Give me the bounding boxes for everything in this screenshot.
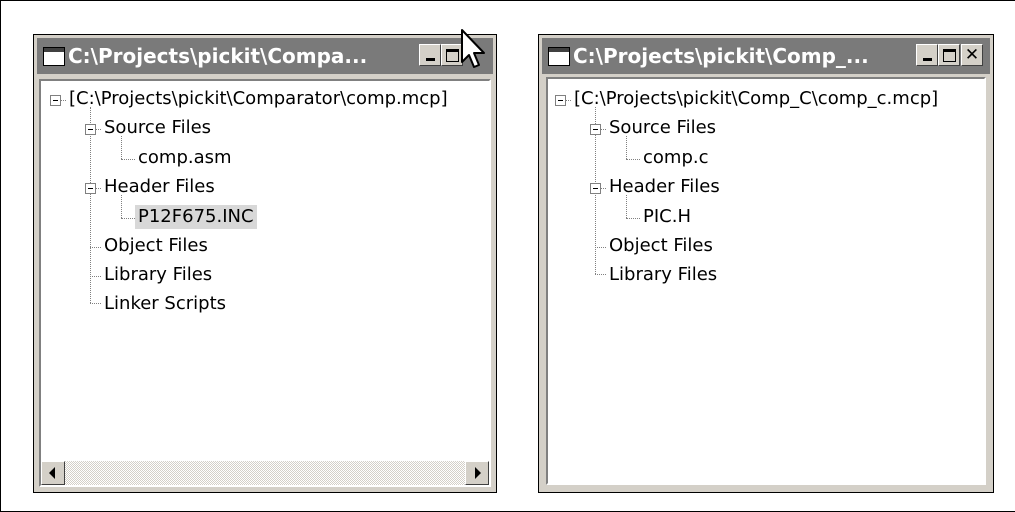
maximize-icon <box>942 48 956 62</box>
mouse-pointer-icon <box>461 29 485 68</box>
collapse-icon[interactable] <box>85 124 96 135</box>
project-tree[interactable]: [C:\Projects\pickit\Comparator\comp.mcp]… <box>39 79 491 487</box>
scroll-right-button[interactable] <box>465 461 489 485</box>
minimize-button[interactable] <box>916 44 938 66</box>
tree-node-source-file[interactable]: comp.asm <box>135 146 235 170</box>
scroll-track[interactable] <box>65 461 465 485</box>
window-icon[interactable] <box>548 47 570 66</box>
tree-node-header-file[interactable]: PIC.H <box>640 205 694 229</box>
tree-node-library-files[interactable]: Library Files <box>101 263 215 287</box>
scroll-left-button[interactable] <box>41 461 65 485</box>
arrow-left-icon <box>49 467 55 479</box>
close-button[interactable]: ✕ <box>961 44 983 66</box>
collapse-icon[interactable] <box>50 95 61 106</box>
project-window-comparator[interactable]: C:\Projects\pickit\Compa... [C:\Projects… <box>33 29 497 493</box>
window-title: C:\Projects\pickit\Comp_... <box>573 44 869 68</box>
collapse-icon[interactable] <box>590 124 601 135</box>
horizontal-scrollbar[interactable] <box>41 461 489 485</box>
tree-node-linker-scripts[interactable]: Linker Scripts <box>101 292 229 316</box>
tree-node-source-files[interactable]: Source Files <box>101 116 214 140</box>
title-bar[interactable]: C:\Projects\pickit\Compa... <box>37 38 493 74</box>
collapse-icon[interactable] <box>555 95 566 106</box>
window-title: C:\Projects\pickit\Compa... <box>68 44 368 68</box>
tree-node-header-files[interactable]: Header Files <box>101 175 218 199</box>
maximize-button[interactable] <box>938 44 960 66</box>
tree-node-source-files[interactable]: Source Files <box>606 116 719 140</box>
project-tree[interactable]: [C:\Projects\pickit\Comp_C\comp_c.mcp] S… <box>546 77 986 485</box>
minimize-icon <box>425 57 435 61</box>
collapse-icon[interactable] <box>590 183 601 194</box>
tree-node-object-files[interactable]: Object Files <box>101 234 211 258</box>
tree-node-source-file[interactable]: comp.c <box>640 146 712 170</box>
maximize-icon <box>445 48 459 62</box>
tree-root-project[interactable]: [C:\Projects\pickit\Comparator\comp.mcp] <box>66 87 451 111</box>
minimize-icon <box>922 57 932 61</box>
window-icon[interactable] <box>43 47 65 66</box>
close-icon: ✕ <box>964 44 980 65</box>
project-window-comp-c[interactable]: C:\Projects\pickit\Comp_... ✕ [C:\Projec… <box>538 34 994 493</box>
tree-node-library-files[interactable]: Library Files <box>606 263 720 287</box>
arrow-right-icon <box>475 467 481 479</box>
tree-node-object-files[interactable]: Object Files <box>606 234 716 258</box>
tree-root-project[interactable]: [C:\Projects\pickit\Comp_C\comp_c.mcp] <box>571 87 941 111</box>
tree-node-header-files[interactable]: Header Files <box>606 175 723 199</box>
tree-node-header-file-selected[interactable]: P12F675.INC <box>135 205 257 229</box>
minimize-button[interactable] <box>419 44 441 66</box>
title-bar[interactable]: C:\Projects\pickit\Comp_... ✕ <box>542 38 990 74</box>
collapse-icon[interactable] <box>85 183 96 194</box>
